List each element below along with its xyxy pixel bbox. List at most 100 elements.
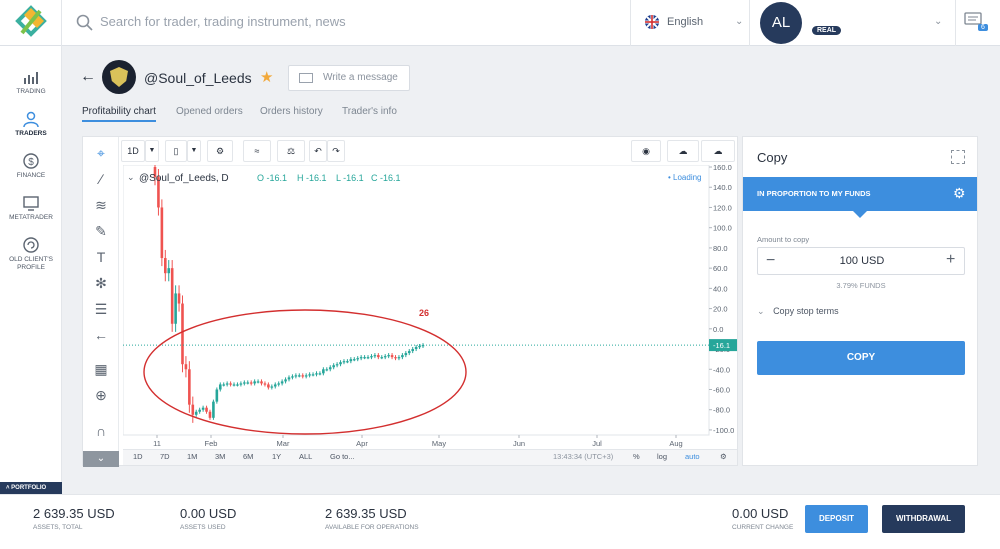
- plus-icon[interactable]: +: [946, 251, 955, 269]
- crosshair-icon[interactable]: ⌖: [91, 143, 111, 163]
- candle-body: [352, 359, 356, 361]
- language-label: English: [667, 16, 704, 28]
- log-scale-toggle[interactable]: log: [657, 452, 667, 461]
- candle-body: [194, 411, 198, 415]
- range-1d[interactable]: 1D: [133, 452, 143, 461]
- candle-body: [205, 407, 208, 412]
- envelope-icon: [299, 73, 313, 83]
- portfolio-toggle[interactable]: ˄ PORTFOLIO: [0, 482, 62, 494]
- top-bar: Search for trader, trading instrument, n…: [0, 0, 1000, 46]
- candle-body: [181, 303, 184, 365]
- range-1y[interactable]: 1Y: [272, 452, 281, 461]
- sidebar-item-label: TRADERS: [15, 130, 47, 137]
- sidebar-item-label: FINANCE: [16, 172, 46, 179]
- sidebar: TRADING TRADERS $ FINANCE METATRADER OLD…: [0, 46, 62, 484]
- magnet-icon[interactable]: ∩: [91, 421, 111, 441]
- tab-profitability-chart[interactable]: Profitability chart: [82, 106, 156, 122]
- settings-gear-icon[interactable]: ⚙: [207, 140, 233, 162]
- candle-body: [346, 361, 349, 363]
- copy-mode-selector[interactable]: IN PROPORTION TO MY FUNDS ⚙: [743, 177, 977, 218]
- candle-body: [373, 355, 377, 357]
- old-profile-icon: [23, 237, 39, 253]
- pitchfork-icon[interactable]: ≋: [91, 195, 111, 215]
- trader-avatar[interactable]: [102, 60, 136, 94]
- measure-icon[interactable]: ☰: [91, 299, 111, 319]
- withdrawal-button[interactable]: WITHDRAWAL: [882, 505, 965, 533]
- candle-body: [370, 356, 373, 358]
- sidebar-item-traders[interactable]: TRADERS: [0, 110, 62, 138]
- chart-clock: 13:43:34 (UTC+3): [553, 452, 614, 461]
- language-selector[interactable]: English ⌄: [630, 0, 750, 46]
- expand-icon[interactable]: [951, 150, 965, 164]
- candle-body: [280, 381, 284, 384]
- candle-body: [404, 353, 408, 356]
- annotation-label: 26: [419, 308, 429, 318]
- trend-line-icon[interactable]: ∕: [91, 169, 111, 189]
- goto-date[interactable]: Go to...: [330, 452, 355, 461]
- range-1m[interactable]: 1M: [187, 452, 197, 461]
- amount-field[interactable]: 100 USD: [758, 255, 966, 267]
- search-input[interactable]: Search for trader, trading instrument, n…: [100, 14, 346, 29]
- sidebar-item-finance[interactable]: $ FINANCE: [0, 152, 62, 180]
- copy-stop-terms-toggle[interactable]: ⌄ Copy stop terms: [757, 306, 839, 317]
- auto-scale-toggle[interactable]: auto: [685, 452, 700, 461]
- undo-icon[interactable]: ↶: [309, 140, 327, 162]
- text-tool-icon[interactable]: T: [91, 247, 111, 267]
- y-tick-label: -40.0: [713, 365, 730, 374]
- account-summary-bar: 2 639.35 USD ASSETS, TOTAL 0.00 USD ASSE…: [0, 494, 1000, 549]
- chat-icon: [964, 12, 982, 25]
- tab-opened-orders[interactable]: Opened orders: [176, 106, 243, 117]
- sidebar-item-metatrader[interactable]: METATRADER: [0, 194, 62, 222]
- range-all[interactable]: ALL: [299, 452, 312, 461]
- x-tick-label: 11: [153, 439, 161, 448]
- trader-header: ← @Soul_of_Leeds ★ Write a message Profi…: [62, 46, 1000, 134]
- settings-gear-icon[interactable]: ⚙: [720, 452, 727, 461]
- chevron-down-icon[interactable]: ⌄: [83, 451, 119, 467]
- candle-body: [394, 357, 397, 359]
- search-bar[interactable]: Search for trader, trading instrument, n…: [62, 0, 630, 46]
- ruler-icon[interactable]: ▦: [91, 359, 111, 379]
- cloud-upload-icon[interactable]: ☁: [701, 140, 735, 162]
- candle-body: [328, 367, 332, 370]
- candle-body: [366, 357, 370, 359]
- range-7d[interactable]: 7D: [160, 452, 170, 461]
- settings-gear-icon[interactable]: ⚙: [953, 185, 966, 202]
- sidebar-item-trading[interactable]: TRADING: [0, 68, 62, 96]
- pattern-icon[interactable]: ✻: [91, 273, 111, 293]
- y-tick-label: -80.0: [713, 406, 730, 415]
- y-tick-label: 0.0: [713, 325, 723, 334]
- chevron-down-icon[interactable]: ▼: [187, 140, 201, 162]
- redo-icon[interactable]: ↷: [327, 140, 345, 162]
- candle-body: [377, 355, 380, 358]
- write-message-button[interactable]: Write a message: [288, 65, 410, 91]
- copy-button[interactable]: COPY: [757, 341, 965, 375]
- avatar[interactable]: AL: [760, 2, 802, 44]
- cloud-download-icon[interactable]: ☁: [667, 140, 699, 162]
- interval-select[interactable]: 1D: [121, 140, 145, 162]
- amount-stepper[interactable]: − 100 USD +: [757, 247, 965, 275]
- compare-scales-icon[interactable]: ⚖: [277, 140, 305, 162]
- favorite-star-icon[interactable]: ★: [260, 68, 273, 86]
- tab-traders-info[interactable]: Trader's info: [342, 106, 397, 117]
- chart-plot[interactable]: 160.0 140.0 120.0 100.0 80.0 60.0 40.0 20.0 0.0 -…: [122, 158, 737, 449]
- deposit-button[interactable]: DEPOSIT: [805, 505, 868, 533]
- candles-icon[interactable]: ▯: [165, 140, 187, 162]
- tab-orders-history[interactable]: Orders history: [260, 106, 323, 117]
- arrow-left-icon[interactable]: ←: [91, 325, 111, 345]
- camera-icon[interactable]: ◉: [631, 140, 661, 162]
- brush-icon[interactable]: ✎: [91, 221, 111, 241]
- indicators-icon[interactable]: ≈: [243, 140, 271, 162]
- messages-button[interactable]: 6: [956, 0, 1000, 46]
- range-6m[interactable]: 6M: [243, 452, 253, 461]
- account-type-badge: REAL: [812, 26, 842, 35]
- back-arrow-icon[interactable]: ←: [80, 68, 96, 86]
- chevron-down-icon[interactable]: ▼: [145, 140, 159, 162]
- candle-body: [177, 293, 181, 304]
- account-menu[interactable]: AL REAL ⌄: [750, 0, 956, 46]
- percent-scale-toggle[interactable]: %: [633, 452, 640, 461]
- zoom-icon[interactable]: ⊕: [91, 385, 111, 405]
- brand-logo[interactable]: [0, 0, 62, 46]
- range-3m[interactable]: 3M: [215, 452, 225, 461]
- sidebar-item-old-profile[interactable]: OLD CLIENT'S PROFILE: [0, 236, 62, 272]
- candle-body: [308, 374, 311, 376]
